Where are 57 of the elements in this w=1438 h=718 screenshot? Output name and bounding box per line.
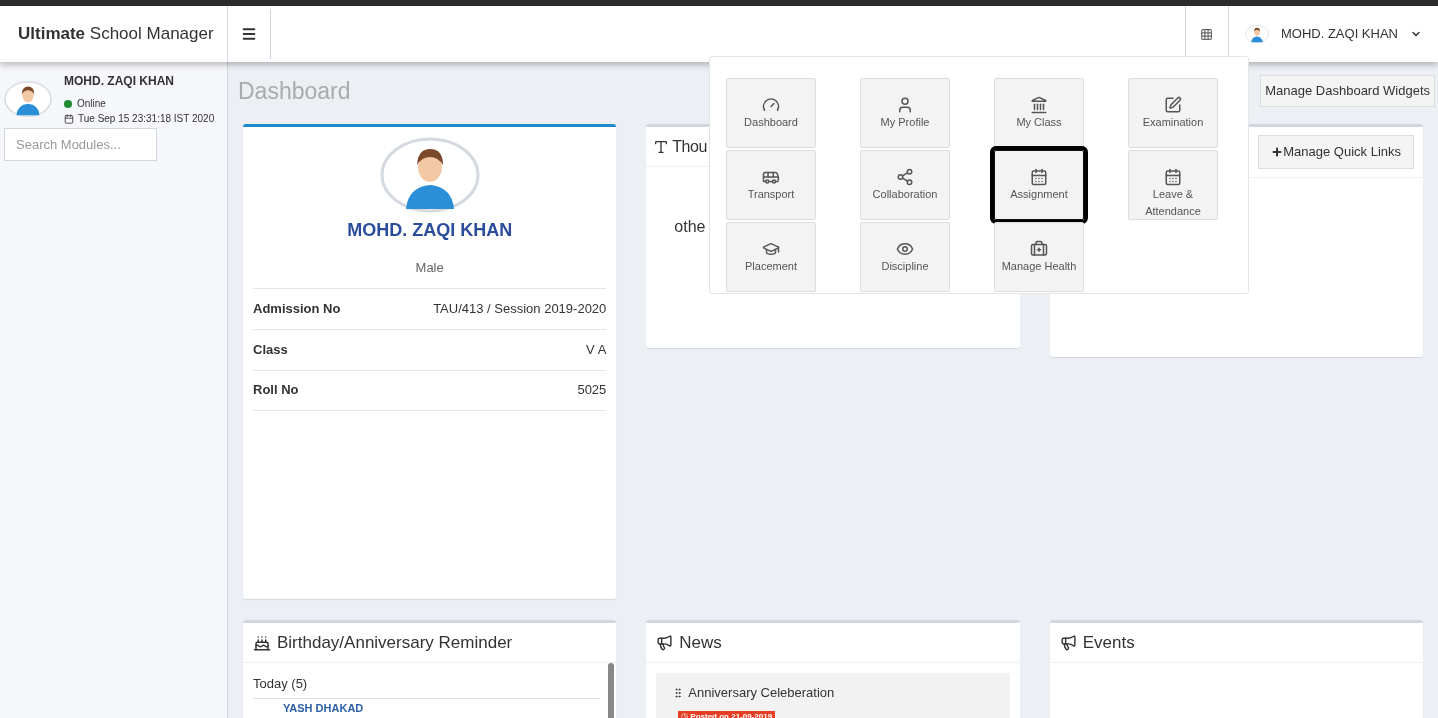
field-value: V A	[586, 340, 607, 359]
calendar-icon	[1164, 168, 1182, 186]
text-icon	[653, 138, 670, 155]
calendar-icon	[1030, 168, 1048, 186]
share-icon	[896, 168, 914, 186]
megaphone-icon	[656, 634, 674, 651]
person-icon	[896, 96, 914, 114]
status-text: Online	[77, 97, 106, 111]
card-title: Events	[1082, 631, 1135, 654]
medical-kit-icon	[1030, 240, 1048, 258]
news-title: Anniversary Celeberation	[688, 684, 835, 702]
user-name: MOHD. ZAQI KHAN	[64, 73, 175, 90]
news-item[interactable]: Anniversary Celeberation Posted on 21-09-2019	[656, 673, 1010, 718]
card-title: Thou	[672, 136, 707, 157]
field-value: 5025	[577, 381, 607, 400]
card-title: News	[679, 631, 722, 654]
bank-building-icon	[1030, 96, 1048, 114]
module-tile[interactable]: My Profile	[860, 78, 950, 148]
field-value: TAU/413 / Session 2019-2020	[433, 299, 607, 318]
person-name: YASH DHAKAD	[283, 701, 364, 715]
manage-quick-links-button[interactable]: Manage Quick Links	[1258, 135, 1414, 169]
module-tile[interactable]: Leave & Attendance	[1128, 150, 1218, 220]
scrollbar	[608, 663, 615, 718]
graduation-cap-icon	[762, 240, 780, 258]
grid-icon	[1200, 27, 1214, 41]
date-time: Tue Sep 15 23:31:18 IST 2020	[78, 112, 215, 126]
module-tile[interactable]: Manage Health	[994, 222, 1084, 292]
avatar-icon	[4, 80, 52, 118]
student-name: MOHD. ZAQI KHAN	[346, 219, 514, 242]
group-heading: Today (5)	[253, 669, 601, 699]
module-tile[interactable]: Collaboration	[860, 150, 950, 220]
module-tile[interactable]: Dashboard	[726, 78, 816, 148]
gauge-icon	[762, 96, 780, 114]
field-label: Class	[253, 340, 288, 359]
search-field[interactable]: Search Modules...	[4, 128, 157, 161]
manage-widgets-button[interactable]: Manage Dashboard Widgets	[1260, 75, 1435, 107]
posted-date-badge: Posted on 21-09-2019	[678, 710, 776, 718]
module-tile[interactable]: My Class	[994, 78, 1084, 148]
module-tile[interactable]: Examination	[1128, 78, 1218, 148]
field-label: Roll No	[253, 381, 299, 400]
edit-icon	[1164, 96, 1182, 114]
card-title: Birthday/Anniversary Reminder	[277, 631, 513, 654]
calendar-icon	[64, 113, 74, 124]
eye-icon	[896, 240, 914, 258]
avatar-icon	[1245, 23, 1269, 45]
plus-icon	[1271, 146, 1284, 158]
field-label: Admission No	[253, 299, 341, 318]
module-tile[interactable]: Placement	[726, 222, 816, 292]
module-tile[interactable]: Transport	[726, 150, 816, 220]
page-title: Dashboard	[238, 76, 351, 106]
menu-icon	[241, 26, 257, 42]
thought-text: othe	[673, 217, 707, 237]
module-tile[interactable]: Discipline	[860, 222, 950, 292]
gender-text: Male	[414, 259, 445, 277]
app-logo[interactable]: Ultimate School Manager	[18, 21, 214, 47]
cake-icon	[253, 633, 271, 652]
megaphone-icon	[1059, 634, 1077, 651]
